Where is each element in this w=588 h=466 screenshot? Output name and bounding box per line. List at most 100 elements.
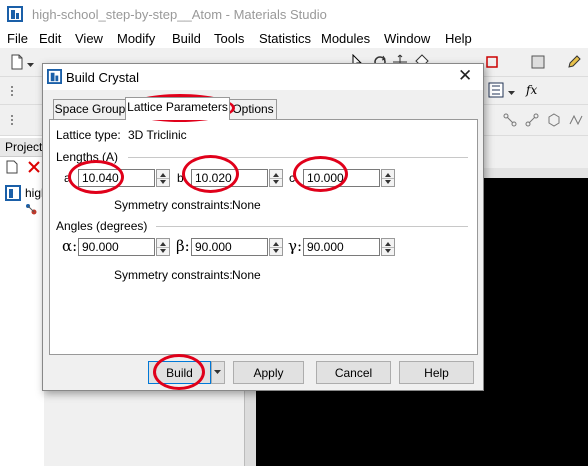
menu-tools[interactable]: Tools (214, 31, 244, 46)
cancel-button[interactable]: Cancel (316, 361, 391, 384)
build-crystal-dialog: Build Crystal ✕ Space Group Lattice Para… (42, 63, 484, 391)
angles-symmetry-label: Symmetry constraints: (114, 268, 233, 282)
build-button[interactable]: Build (148, 361, 211, 384)
length-b-label: b (177, 171, 184, 185)
project-panel-title: Project (5, 140, 43, 154)
length-c-label: c (289, 171, 295, 185)
angle-alpha-spinner[interactable] (156, 238, 170, 256)
angles-symmetry-value: None (232, 268, 261, 282)
spin-up-icon[interactable] (160, 242, 166, 246)
build-options-dropdown[interactable] (211, 361, 225, 384)
angle-beta-input[interactable] (191, 238, 268, 256)
lattice-type-label: Lattice type: (56, 128, 121, 142)
length-b-input[interactable] (191, 169, 268, 187)
new-document-icon[interactable] (9, 54, 25, 70)
length-b-spinner[interactable] (269, 169, 283, 187)
apply-button[interactable]: Apply (233, 361, 304, 384)
spin-up-icon[interactable] (273, 173, 279, 177)
matrix-icon[interactable] (488, 82, 504, 98)
spin-divider (157, 247, 169, 248)
dialog-titlebar: Build Crystal ✕ (43, 64, 483, 90)
menu-statistics[interactable]: Statistics (259, 31, 311, 46)
spin-down-icon[interactable] (160, 249, 166, 253)
pencil-icon[interactable] (566, 54, 582, 70)
menu-modify[interactable]: Modify (117, 31, 155, 46)
menu-modules[interactable]: Modules (321, 31, 370, 46)
angles-separator (156, 226, 468, 227)
bond-icon[interactable] (524, 112, 540, 128)
spin-divider (157, 178, 169, 179)
angles-header: Angles (degrees) (56, 219, 148, 233)
length-a-label: a (64, 171, 71, 185)
dropdown-arrow-icon (214, 370, 221, 374)
angle-gamma-input[interactable] (303, 238, 380, 256)
project-icon (5, 185, 21, 204)
materials-studio-icon (7, 6, 23, 25)
grip-dots-icon (8, 112, 24, 128)
atom-document-icon[interactable] (24, 202, 38, 219)
delete-icon[interactable] (27, 160, 41, 177)
length-c-spinner[interactable] (381, 169, 395, 187)
new-file-icon[interactable] (5, 160, 19, 177)
lengths-header: Lengths (A) (56, 150, 119, 164)
tab-options[interactable]: Options (229, 99, 277, 119)
angle-alpha-input[interactable] (78, 238, 155, 256)
tab-lattice-parameters[interactable]: Lattice Parameters (125, 97, 230, 120)
lattice-parameters-panel: Lattice type: 3D Triclinic Lengths (A) a… (49, 119, 478, 355)
3d-viewer[interactable] (482, 178, 588, 388)
document-frame (482, 168, 588, 178)
materials-studio-icon (47, 69, 62, 87)
menu-help[interactable]: Help (445, 31, 472, 46)
spin-up-icon[interactable] (385, 242, 391, 246)
spin-up-icon[interactable] (160, 173, 166, 177)
spin-divider (382, 178, 394, 179)
spin-down-icon[interactable] (273, 249, 279, 253)
angle-gamma-label: γ: (288, 237, 303, 255)
ring-icon[interactable] (546, 112, 562, 128)
molecule-icon[interactable] (502, 112, 518, 128)
properties-icon[interactable] (530, 54, 546, 70)
3d-viewer-bottom[interactable] (256, 388, 588, 466)
angle-gamma-spinner[interactable] (381, 238, 395, 256)
spin-divider (270, 247, 282, 248)
spin-up-icon[interactable] (273, 242, 279, 246)
dropdown-arrow-icon[interactable] (27, 58, 43, 74)
svg-text:fx: fx (525, 83, 537, 97)
menu-bar: File Edit View Modify Build Tools Statis… (0, 28, 588, 48)
spin-up-icon[interactable] (385, 173, 391, 177)
project-explorer: Project high (0, 136, 48, 466)
menu-view[interactable]: View (75, 31, 103, 46)
spin-divider (270, 178, 282, 179)
help-button[interactable]: Help (399, 361, 474, 384)
tab-space-group[interactable]: Space Group (53, 99, 127, 119)
function-fx-icon[interactable]: fx (525, 82, 541, 98)
dropdown-arrow-icon[interactable] (508, 86, 524, 102)
spin-down-icon[interactable] (273, 180, 279, 184)
lattice-type-value: 3D Triclinic (128, 128, 187, 142)
length-a-input[interactable] (78, 169, 155, 187)
spin-down-icon[interactable] (160, 180, 166, 184)
app-titlebar: high-school_step-by-step__Atom - Materia… (0, 0, 588, 28)
app-title: high-school_step-by-step__Atom - Materia… (32, 7, 327, 22)
menu-file[interactable]: File (7, 31, 28, 46)
grip-dots-icon (8, 83, 24, 99)
menu-build[interactable]: Build (172, 31, 201, 46)
spin-down-icon[interactable] (385, 180, 391, 184)
close-icon[interactable]: ✕ (458, 67, 472, 84)
menu-window[interactable]: Window (384, 31, 430, 46)
angle-alpha-label: α: (62, 237, 78, 255)
angle-beta-label: β: (176, 237, 190, 255)
lengths-separator (128, 157, 468, 158)
menu-edit[interactable]: Edit (39, 31, 61, 46)
length-c-input[interactable] (303, 169, 380, 187)
workspace-background (44, 388, 256, 466)
dialog-title: Build Crystal (66, 70, 139, 85)
fit-to-screen-icon[interactable] (484, 54, 500, 70)
spin-divider (382, 247, 394, 248)
project-panel-header: Project (0, 138, 44, 157)
chain-icon[interactable] (568, 112, 584, 128)
spin-down-icon[interactable] (385, 249, 391, 253)
angle-beta-spinner[interactable] (269, 238, 283, 256)
lengths-symmetry-value: None (232, 198, 261, 212)
length-a-spinner[interactable] (156, 169, 170, 187)
